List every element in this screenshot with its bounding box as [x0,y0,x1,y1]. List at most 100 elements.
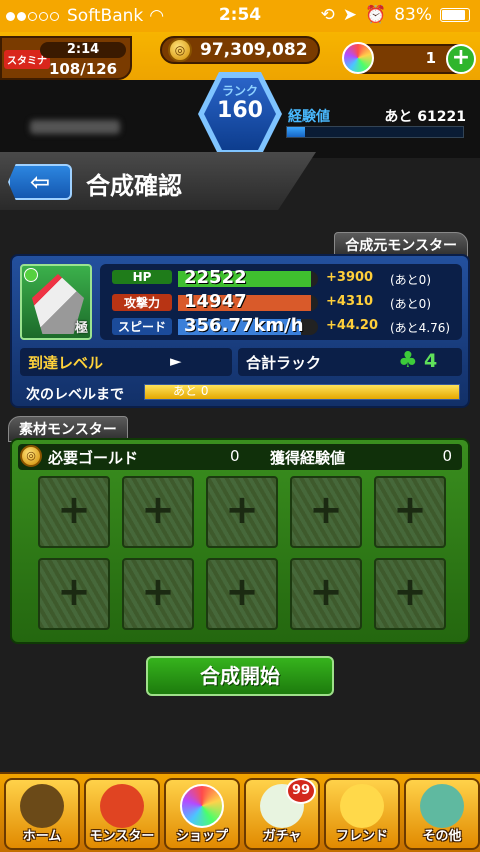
material-slot[interactable]: + [290,476,362,548]
gold-value: 97,309,082 [200,40,308,60]
next-level-bar: あと 0 [144,384,460,400]
stat-name: HP [112,270,172,284]
material-slot[interactable]: + [206,558,278,630]
home-icon [20,784,64,828]
nav-label: ガチャ [262,829,302,844]
stamina-timer: 2:14 [40,42,126,58]
add-material-icon: + [57,487,91,533]
stamina-panel[interactable]: スタミナ 2:14 108/126 [0,36,132,80]
total-luck-box: 合計ラック ♣ 4 [238,348,462,376]
total-luck-label: 合計ラック [246,354,322,372]
exp-gain-value: 0 [442,447,452,465]
stat-row: HP 22522 +3900 (あと0) [108,267,458,290]
material-slot[interactable]: + [38,476,110,548]
reach-level-box: 到達レベル ► [20,348,232,376]
gold-coin-icon: ◎ [20,445,42,467]
orb-count: 1 [425,49,436,67]
exp-bar-fill [287,127,305,137]
next-level-label: 次のレベルまで [26,387,124,403]
wood-element-icon [24,268,38,282]
friends-icon [340,784,384,828]
required-gold-value: 0 [230,447,240,465]
required-gold-row: ◎ 必要ゴールド 0 獲得経験値 0 [18,444,462,470]
nav-label: モンスター [89,829,155,844]
material-slot[interactable]: + [290,558,362,630]
rarity-badge: 極 [74,321,88,336]
add-material-icon: + [393,487,427,533]
orb-panel: 1 + [342,42,476,74]
material-monster-panel: ◎ 必要ゴールド 0 獲得経験値 0 + + + + + + + + + + [10,438,470,644]
add-material-icon: + [141,487,175,533]
back-button[interactable]: ⇦ [8,164,72,200]
other-icon [420,784,464,828]
alarm-icon: ⏰ [365,5,387,25]
nav-other[interactable]: その他 [404,778,480,850]
stat-bonus: +3900 [326,270,374,285]
gold-coin-icon: ◎ [168,38,192,62]
stat-bonus: +44.20 [326,318,379,333]
add-material-icon: + [141,569,175,615]
nav-orb[interactable]: ショップ [164,778,240,850]
bottom-nav: ホーム モンスター ショップ ガチャ 99 フレンド その他 [0,772,480,852]
stat-name: 攻撃力 [112,294,172,311]
nav-friends[interactable]: フレンド [324,778,400,850]
monster-portrait[interactable]: 極 [20,264,92,340]
material-slot[interactable]: + [38,558,110,630]
stat-value: 14947 [184,291,247,312]
title-bar: ⇦ 合成確認 [0,152,480,212]
stat-remaining: (あと0) [390,297,431,311]
reach-level-value: ► [170,352,182,370]
battery-icon [440,8,470,22]
next-level-text: あと 0 [173,384,209,398]
stat-remaining: (あと0) [390,273,431,287]
exp-bar [286,126,464,138]
stat-name: スピード [112,318,172,335]
stat-value: 356.77km/h [184,315,304,336]
add-material-icon: + [225,569,259,615]
material-slot[interactable]: + [206,476,278,548]
buy-orb-button[interactable]: + [446,44,476,74]
nav-label: ショップ [175,829,228,844]
orb-icon [180,784,224,828]
material-slot[interactable]: + [122,558,194,630]
stat-row: スピード 356.77km/h +44.20 (あと4.76) [108,315,458,338]
stamina-count: 108/126 [48,60,118,78]
monster-icon [100,784,144,828]
battery-percent: 83% [394,5,432,25]
notification-badge: 99 [286,778,316,804]
base-monster-panel: 極 HP 22522 +3900 (あと0) 攻撃力 14947 +4310 (あと0) スピー… [10,254,470,408]
material-slot[interactable]: + [122,476,194,548]
add-material-icon: + [309,487,343,533]
exp-remaining: あと 61221 [384,109,466,125]
rotation-lock-icon: ⟲ [320,5,335,25]
add-material-icon: + [225,487,259,533]
add-material-icon: + [309,569,343,615]
exp-gain-label: 獲得経験値 [270,449,346,467]
exp-label: 経験値 [288,109,330,125]
stat-value: 22522 [184,267,247,288]
location-icon: ➤ [342,5,358,25]
stats-box: HP 22522 +3900 (あと0) 攻撃力 14947 +4310 (あと0) スピード 3… [100,264,462,340]
nav-monster[interactable]: モンスター [84,778,160,850]
material-slot[interactable]: + [374,558,446,630]
add-material-icon: + [57,569,91,615]
clover-icon: ♣ [398,348,418,373]
start-fusion-button[interactable]: 合成開始 [146,656,334,696]
orb-icon [342,42,374,74]
material-slot[interactable]: + [374,476,446,548]
top-hud: スタミナ 2:14 108/126 ◎ 97,309,082 1 + ランク 1… [0,32,480,158]
user-name-blurred [30,120,120,134]
stat-remaining: (あと4.76) [390,321,451,335]
total-luck-value: 4 [424,350,438,372]
back-arrow-icon: ⇦ [29,168,51,196]
add-material-icon: + [393,569,427,615]
stat-bonus: +4310 [326,294,374,309]
reach-level-label: 到達レベル [28,354,104,372]
nav-home[interactable]: ホーム [4,778,80,850]
nav-egg[interactable]: ガチャ 99 [244,778,320,850]
rank-value: 160 [217,98,263,123]
nav-label: フレンド [335,829,388,844]
nav-label: ホーム [22,829,62,844]
gold-panel: ◎ 97,309,082 [160,36,320,64]
nav-label: その他 [422,829,462,844]
